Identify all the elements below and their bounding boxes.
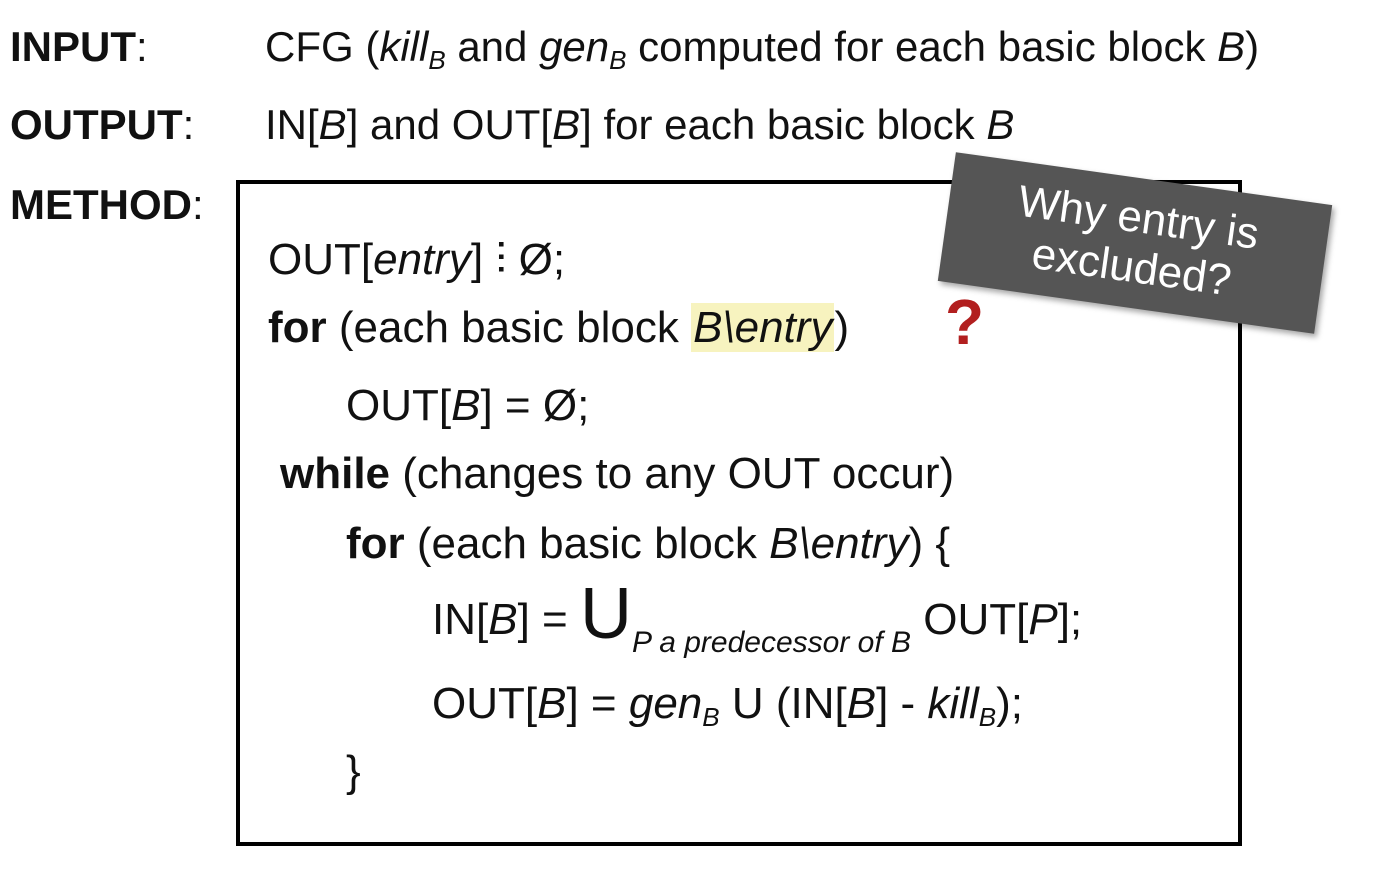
- output-label: OUTPUT:: [10, 101, 195, 148]
- method-label: METHOD:: [10, 181, 204, 228]
- input-label: INPUT:: [10, 23, 148, 70]
- highlight-b-entry: B\entry: [691, 303, 835, 352]
- code-line-in-equation: IN[B] = UP a predecessor of B OUT[P];: [432, 574, 1083, 659]
- input-description: CFG (killB and genB computed for each ba…: [265, 23, 1260, 75]
- code-line-for-loop: for (each basic block B\entry) {: [346, 519, 951, 568]
- code-line-out-equation: OUT[B] = genB U (IN[B] - killB);: [432, 679, 1023, 732]
- question-mark-icon: ?: [945, 286, 985, 358]
- code-line-init-out: OUT[B] = Ø;: [346, 381, 590, 430]
- code-line-while: while (changes to any OUT occur): [280, 449, 955, 498]
- code-line-init-entry: OUT[entry] ⫶ Ø;: [268, 235, 566, 284]
- output-description: IN[B] and OUT[B] for each basic block B: [265, 101, 1015, 148]
- code-line-for-init: for (each basic block B\entry): [268, 303, 850, 352]
- union-symbol: U: [579, 574, 632, 654]
- code-line-close-brace: }: [346, 747, 361, 796]
